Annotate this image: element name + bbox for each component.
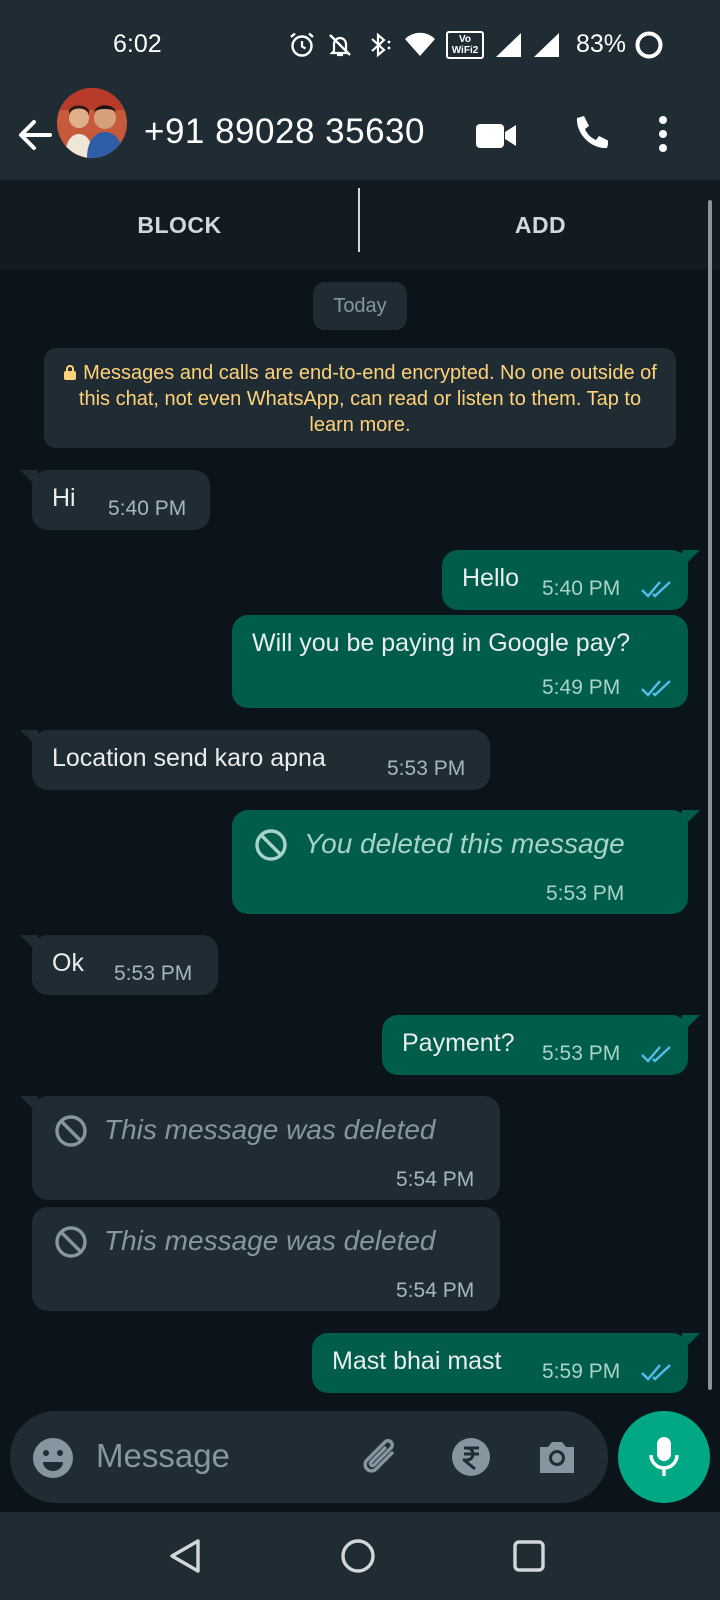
add-button[interactable]: ADD	[361, 180, 720, 270]
mic-button[interactable]	[618, 1411, 710, 1503]
unknown-contact-actions: BLOCK ADD	[0, 180, 720, 270]
message-bubble-outgoing-deleted[interactable]: You deleted this message 5:53 PM	[232, 810, 700, 914]
bubble-tail	[682, 1333, 700, 1351]
encryption-notice-text: Messages and calls are end-to-end encryp…	[78, 362, 657, 436]
message-composer[interactable]: Message	[10, 1411, 608, 1503]
camera-icon[interactable]	[536, 1437, 578, 1477]
bubble-tail	[20, 470, 38, 488]
message-bubble-incoming[interactable]: Ok 5:53 PM	[20, 935, 218, 995]
message-text: This message was deleted	[104, 1225, 436, 1256]
message-text: Mast bhai mast	[332, 1347, 502, 1375]
bubble-tail	[20, 935, 38, 953]
mute-icon	[329, 34, 351, 57]
message-time: 5:54 PM	[396, 1168, 475, 1191]
deleted-ban-icon	[255, 829, 287, 861]
emoji-icon[interactable]	[32, 1437, 74, 1479]
message-text: Hello	[462, 564, 519, 592]
avatar-image	[57, 88, 127, 158]
message-time: 5:40 PM	[108, 497, 187, 520]
message-time: 5:40 PM	[542, 577, 621, 600]
mic-icon	[649, 1437, 679, 1476]
read-ticks-icon	[641, 680, 671, 697]
nav-home-icon[interactable]	[340, 1538, 376, 1574]
system-nav-bar	[0, 1512, 720, 1600]
message-time: 5:53 PM	[387, 757, 466, 780]
message-time: 5:53 PM	[546, 882, 625, 905]
bubble-tail	[682, 1015, 700, 1033]
read-ticks-icon	[641, 581, 671, 598]
message-time: 5:59 PM	[542, 1360, 621, 1383]
action-divider	[358, 188, 360, 252]
rupee-payment-icon[interactable]	[451, 1437, 491, 1477]
message-text: Will you be paying in Google pay?	[252, 629, 631, 657]
nav-recents-icon[interactable]	[512, 1538, 546, 1574]
read-ticks-icon	[641, 1364, 671, 1381]
status-icons: Vo WiFi2	[288, 28, 560, 62]
signal-icon	[534, 33, 559, 57]
deleted-ban-icon	[55, 1115, 87, 1147]
message-text: Payment?	[402, 1029, 515, 1057]
bubble-tail	[20, 730, 38, 748]
bluetooth-icon	[371, 32, 391, 58]
message-text: You deleted this message	[304, 828, 625, 859]
lock-icon	[64, 365, 77, 380]
attach-icon[interactable]	[360, 1435, 404, 1481]
phone-icon[interactable]	[568, 110, 608, 158]
message-bubble-incoming[interactable]: Hi 5:40 PM	[20, 470, 210, 530]
nav-back-icon[interactable]	[168, 1538, 202, 1574]
status-time: 6:02	[113, 30, 162, 58]
message-bubble-outgoing[interactable]: Payment? 5:53 PM	[382, 1015, 700, 1075]
message-bubble-outgoing[interactable]: Mast bhai mast 5:59 PM	[312, 1333, 700, 1393]
message-time: 5:53 PM	[114, 962, 193, 985]
video-call-icon[interactable]	[474, 112, 518, 158]
chat-title[interactable]: +91 89028 35630	[144, 112, 425, 152]
avatar[interactable]	[57, 88, 127, 158]
date-chip: Today	[313, 282, 407, 330]
message-text: Location send karo apna	[52, 744, 326, 772]
more-vert-icon[interactable]	[656, 108, 670, 160]
block-button[interactable]: BLOCK	[0, 180, 359, 270]
message-bubble-outgoing[interactable]: Hello 5:40 PM	[442, 550, 700, 610]
message-bubble-incoming[interactable]: Location send karo apna 5:53 PM	[20, 730, 490, 790]
message-bubble-incoming-deleted[interactable]: This message was deleted 5:54 PM	[32, 1207, 500, 1311]
deleted-ban-icon	[55, 1226, 87, 1258]
battery-ring-icon	[635, 31, 663, 59]
chat-header: +91 89028 35630	[0, 88, 720, 180]
message-time: 5:54 PM	[396, 1279, 475, 1302]
message-text: Ok	[52, 949, 84, 977]
message-input[interactable]: Message	[96, 1437, 230, 1475]
message-time: 5:53 PM	[542, 1042, 621, 1065]
message-bubble-outgoing[interactable]: Will you be paying in Google pay? 5:49 P…	[232, 615, 688, 708]
bubble-tail	[682, 810, 700, 828]
message-text: Hi	[52, 484, 76, 512]
bubble-tail	[682, 550, 700, 568]
bubble-tail	[20, 1096, 38, 1114]
back-arrow-icon[interactable]	[14, 110, 54, 160]
vowifi-icon: Vo WiFi2	[446, 31, 484, 59]
status-bar: 6:02 Vo WiFi2 83%	[0, 0, 720, 90]
message-bubble-incoming-deleted[interactable]: This message was deleted 5:54 PM	[20, 1096, 500, 1200]
scrollbar[interactable]	[708, 200, 712, 1390]
battery-percent: 83%	[576, 30, 627, 58]
encryption-notice[interactable]: Messages and calls are end-to-end encryp…	[44, 348, 676, 448]
read-ticks-icon	[641, 1046, 671, 1063]
alarm-icon	[290, 32, 314, 57]
signal-icon	[496, 33, 521, 57]
wifi-icon	[405, 32, 435, 56]
message-text: This message was deleted	[104, 1114, 436, 1145]
message-time: 5:49 PM	[542, 676, 621, 699]
